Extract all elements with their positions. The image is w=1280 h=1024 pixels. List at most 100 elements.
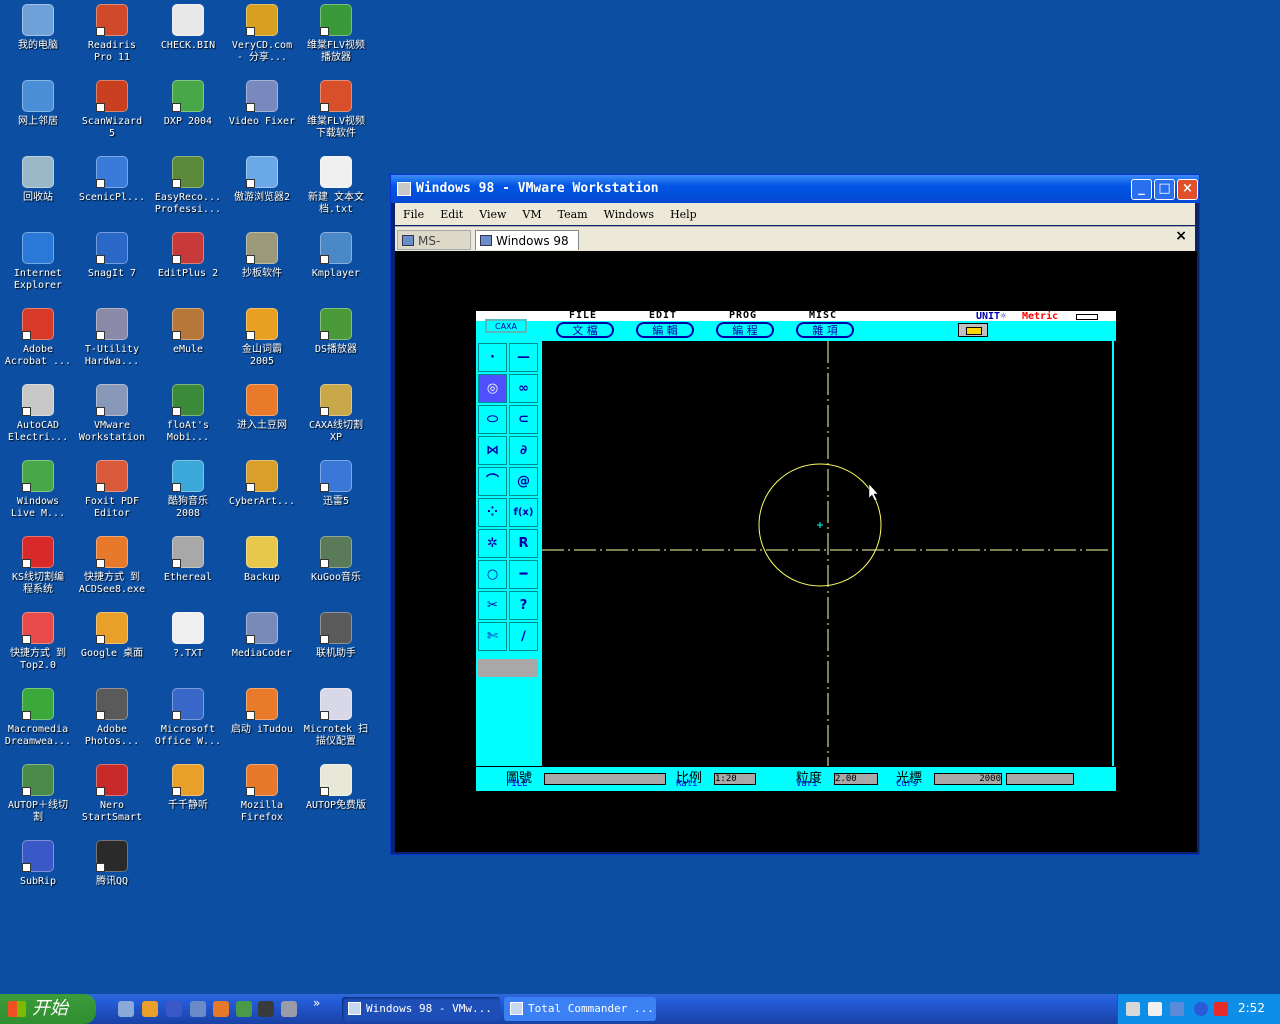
arc-tool-icon[interactable]: ⌒ xyxy=(478,467,507,496)
desktop-icon[interactable]: 启动 iTudou xyxy=(224,686,300,762)
tab-windows98[interactable]: Windows 98 xyxy=(475,230,579,250)
desktop-icon[interactable]: 快捷方式 到 Top2.0 xyxy=(0,610,76,686)
desktop-icon[interactable]: VeryCD.com - 分享... xyxy=(224,2,300,78)
desktop-icon[interactable]: 联机助手 xyxy=(298,610,374,686)
point-tool-icon[interactable]: · xyxy=(478,343,507,372)
minimize-button[interactable]: _ xyxy=(1131,179,1152,200)
help-icon[interactable] xyxy=(1148,1002,1162,1016)
close-tab-icon[interactable]: × xyxy=(1175,228,1187,244)
quicklaunch-app-icon[interactable] xyxy=(190,1001,206,1017)
desktop-icon[interactable]: 我的电脑 xyxy=(0,2,76,78)
show-desktop-icon[interactable] xyxy=(118,1001,134,1017)
desktop-icon[interactable]: MediaCoder xyxy=(224,610,300,686)
function-tool-icon[interactable]: f(x) xyxy=(509,498,538,527)
close-button[interactable]: × xyxy=(1177,179,1198,200)
desktop-icon[interactable]: Backup xyxy=(224,534,300,610)
desktop-icon[interactable]: Foxit PDF Editor xyxy=(74,458,150,534)
quicklaunch-app-icon[interactable] xyxy=(142,1001,158,1017)
desktop-icon[interactable]: Adobe Acrobat ... xyxy=(0,306,76,382)
menu-item[interactable]: Team xyxy=(550,204,596,221)
desktop-icon[interactable]: 腾讯QQ xyxy=(74,838,150,914)
desktop-icon[interactable]: CAXA线切割 XP xyxy=(298,382,374,458)
desktop-icon[interactable]: DXP 2004 xyxy=(150,78,226,154)
desktop-icon[interactable]: AUTOP免费版 xyxy=(298,762,374,838)
desktop-icon[interactable]: KuGoo音乐 xyxy=(298,534,374,610)
desktop-icon[interactable]: DS播放器 xyxy=(298,306,374,382)
desktop-icon[interactable]: CHECK.BIN xyxy=(150,2,226,78)
desktop-icon[interactable]: Kmplayer xyxy=(298,230,374,306)
folder-icon[interactable] xyxy=(958,323,988,337)
taskbar-button-totalcommander[interactable]: Total Commander ... xyxy=(504,997,656,1021)
brush-icon[interactable]: ∕ xyxy=(509,622,538,651)
tray-app-icon[interactable] xyxy=(1214,1002,1228,1016)
quicklaunch-app-icon[interactable] xyxy=(236,1001,252,1017)
tab-msdos[interactable]: MS-DOS xyxy=(397,230,471,268)
taskbar-button-vmware[interactable]: Windows 98 - VMw... xyxy=(342,997,500,1021)
desktop-icon[interactable]: Ethereal xyxy=(150,534,226,610)
desktop-icon[interactable]: floAt's Mobi... xyxy=(150,382,226,458)
help-icon[interactable]: ? xyxy=(509,591,538,620)
desktop-icon[interactable]: Google 桌面 xyxy=(74,610,150,686)
spline-tool-icon[interactable]: ∂ xyxy=(509,436,538,465)
desktop-icon[interactable]: Nero StartSmart xyxy=(74,762,150,838)
desktop-icon[interactable]: KS线切割编 程系统 xyxy=(0,534,76,610)
desktop-icon[interactable]: Windows Live M... xyxy=(0,458,76,534)
desktop-icon[interactable]: 金山词霸 2005 xyxy=(224,306,300,382)
desktop-icon[interactable]: SnagIt 7 xyxy=(74,230,150,306)
desktop-icon[interactable]: ?.TXT xyxy=(150,610,226,686)
line-tool-icon[interactable]: — xyxy=(509,343,538,372)
desktop-icon[interactable]: 维棠FLV视频 播放器 xyxy=(298,2,374,78)
vm-screen[interactable]: CAXA FILE 文 檔 EDIT 編 輯 PROG 編 程 MISC 雜 項 UNIT☼ … xyxy=(395,251,1197,852)
desktop-icon[interactable]: 网上邻居 xyxy=(0,78,76,154)
keyboard-icon[interactable] xyxy=(1126,1002,1140,1016)
array-tool-icon[interactable]: ⁘ xyxy=(478,498,507,527)
desktop-icon[interactable]: 酷狗音乐 2008 xyxy=(150,458,226,534)
unit-value[interactable]: Metric xyxy=(1022,311,1058,322)
desktop-icon[interactable]: Microsoft Office W... xyxy=(150,686,226,762)
quicklaunch-app-icon[interactable] xyxy=(281,1001,297,1017)
trim-icon[interactable]: ✄ xyxy=(478,622,507,651)
scissors-icon[interactable]: ✂ xyxy=(478,591,507,620)
desktop-icon[interactable]: Internet Explorer xyxy=(0,230,76,306)
maximize-button[interactable]: □ xyxy=(1154,179,1175,200)
text-tool-icon[interactable]: R xyxy=(509,529,538,558)
desktop-icon[interactable]: ScenicPl... xyxy=(74,154,150,230)
cad-menu-button[interactable]: 文 檔 xyxy=(556,322,614,338)
start-button[interactable]: 开始 xyxy=(0,994,96,1024)
menu-item[interactable]: Edit xyxy=(432,204,471,221)
circle-outline-icon[interactable]: ○ xyxy=(478,560,507,589)
desktop-icon[interactable]: 迅雷5 xyxy=(298,458,374,534)
save-icon[interactable] xyxy=(166,1001,182,1017)
mirror-tool-icon[interactable]: ⋈ xyxy=(478,436,507,465)
circle-tool-icon[interactable]: ◎ xyxy=(478,374,507,403)
photoshop-icon[interactable] xyxy=(258,1001,274,1017)
desktop-icon[interactable]: Mozilla Firefox xyxy=(224,762,300,838)
desktop-icon[interactable]: Macromedia Dreamwea... xyxy=(0,686,76,762)
desktop-icon[interactable]: 新建 文本文 档.txt xyxy=(298,154,374,230)
desktop-icon[interactable]: CyberArt... xyxy=(224,458,300,534)
menu-item[interactable]: VM xyxy=(514,204,549,221)
desktop-icon[interactable]: SubRip xyxy=(0,838,76,914)
desktop-icon[interactable]: 回收站 xyxy=(0,154,76,230)
desktop-icon[interactable]: ScanWizard 5 xyxy=(74,78,150,154)
cad-menu-button[interactable]: 編 輯 xyxy=(636,322,694,338)
spiral-tool-icon[interactable]: @ xyxy=(509,467,538,496)
ellipse-tool-icon[interactable]: ⬭ xyxy=(478,405,507,434)
menu-item[interactable]: Help xyxy=(662,204,705,221)
file-field[interactable] xyxy=(544,773,666,785)
desktop-icon[interactable]: AUTOP＋线切 割 xyxy=(0,762,76,838)
desktop-icon[interactable]: EasyReco... Professi... xyxy=(150,154,226,230)
desktop-icon[interactable]: 进入土豆网 xyxy=(224,382,300,458)
dash-line-icon[interactable]: ━ xyxy=(509,560,538,589)
curve-tool-icon[interactable]: ⊂ xyxy=(509,405,538,434)
desktop-icon[interactable]: EditPlus 2 xyxy=(150,230,226,306)
cad-menu-button[interactable]: 雜 項 xyxy=(796,322,854,338)
gear-tool-icon[interactable]: ✲ xyxy=(478,529,507,558)
desktop-icon[interactable]: Readiris Pro 11 xyxy=(74,2,150,78)
desktop-icon[interactable]: AutoCAD Electri... xyxy=(0,382,76,458)
desktop-icon[interactable]: 抄板软件 xyxy=(224,230,300,306)
desktop-icon[interactable]: 千千静听 xyxy=(150,762,226,838)
menu-item[interactable]: View xyxy=(471,204,514,221)
tray-collapse-icon[interactable] xyxy=(1194,1002,1208,1016)
desktop-icon[interactable]: eMule xyxy=(150,306,226,382)
